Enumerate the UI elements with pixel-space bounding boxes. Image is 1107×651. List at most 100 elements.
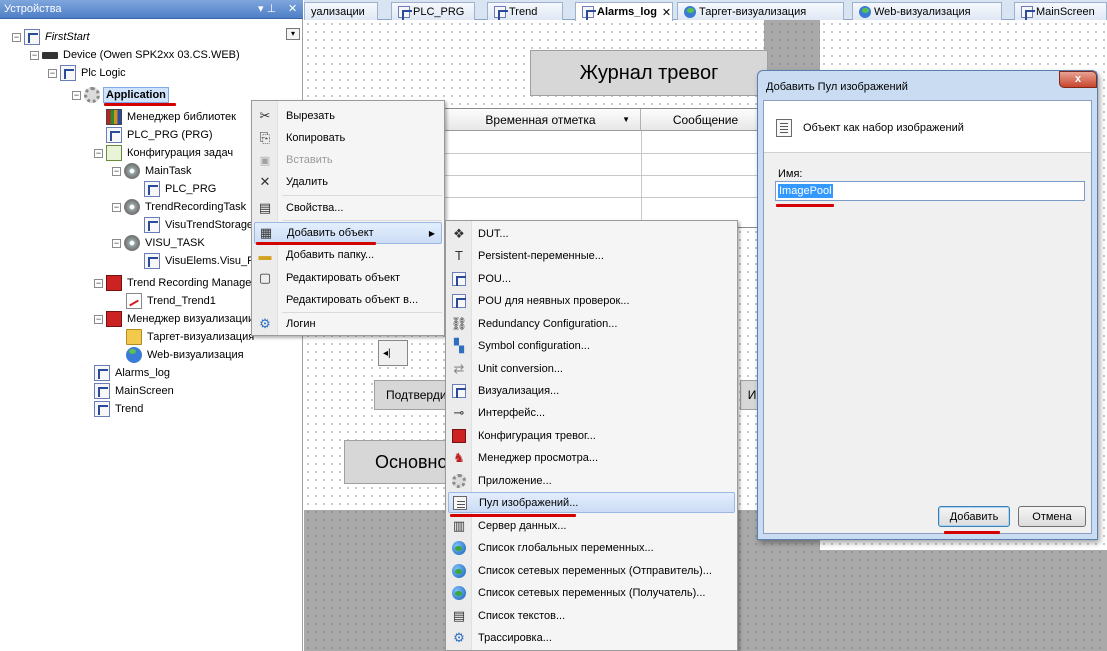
tree-item-application[interactable]: − Application bbox=[72, 86, 169, 104]
submenu-item-trace[interactable]: ⚙ Трассировка... bbox=[448, 627, 735, 648]
menu-item-add-object[interactable]: ▦ Добавить объект ▶ bbox=[254, 222, 442, 244]
menu-item-edit-object-in[interactable]: Редактировать объект в... bbox=[254, 289, 442, 311]
submenu-item-nvl-sender[interactable]: Список сетевых переменных (Отправитель).… bbox=[448, 560, 735, 581]
tree-item-label: Alarms_log bbox=[115, 367, 171, 379]
tab-web-visualization[interactable]: Web-визуализация bbox=[852, 2, 1002, 20]
collapse-icon[interactable]: − bbox=[12, 32, 21, 42]
tree-item-visu-task[interactable]: − VISU_TASK bbox=[112, 234, 207, 252]
submenu-item-visualization[interactable]: Визуализация... bbox=[448, 380, 735, 401]
chevron-down-icon[interactable]: ▼ bbox=[622, 115, 630, 124]
tree-item-label: Таргет-визуализация bbox=[147, 331, 255, 343]
menu-item-edit-object[interactable]: ▢ Редактировать объект bbox=[254, 267, 442, 289]
tree-item-task-config[interactable]: − Конфигурация задач bbox=[94, 144, 235, 162]
menu-item-label: POU для неявных проверок... bbox=[478, 294, 630, 307]
tree-item-device[interactable]: − Device (Owen SPK2xx 03.CS.WEB) bbox=[30, 46, 242, 64]
pou-icon bbox=[448, 271, 470, 287]
collapse-icon[interactable]: − bbox=[72, 90, 81, 100]
tree-item-label: Trend Recording Manager bbox=[127, 277, 255, 289]
tab-visualization-partial[interactable]: уализации bbox=[304, 2, 378, 20]
menu-item-delete[interactable]: ✕ Удалить bbox=[254, 171, 442, 193]
menu-item-login[interactable]: ⚙ Логин bbox=[254, 313, 442, 335]
close-icon[interactable]: ✕ bbox=[288, 2, 297, 16]
tab-target-visualization[interactable]: Таргет-визуализация bbox=[677, 2, 844, 20]
tab-alarms-log[interactable]: Alarms_log ✕ bbox=[575, 2, 673, 21]
submenu-item-redundancy[interactable]: ⛓ Redundancy Configuration... bbox=[448, 313, 735, 334]
submenu-item-view-manager[interactable]: ♞ Менеджер просмотра... bbox=[448, 447, 735, 468]
web-visualization-icon bbox=[126, 347, 142, 363]
tree-item-plc-prg[interactable]: PLC_PRG (PRG) bbox=[106, 126, 215, 144]
submenu-item-symbol-config[interactable]: ▚ Symbol configuration... bbox=[448, 335, 735, 356]
scrollbar-stub[interactable]: ◂| bbox=[378, 340, 408, 366]
tab-trend[interactable]: Trend bbox=[487, 2, 563, 20]
tree-item-trend-trend1[interactable]: Trend_Trend1 bbox=[126, 292, 218, 310]
pin-icon[interactable]: ▾ ⊥ bbox=[258, 2, 276, 16]
collapse-icon[interactable]: − bbox=[94, 278, 103, 288]
tree-item-trend[interactable]: Trend bbox=[94, 400, 145, 418]
menu-item-paste[interactable]: ▣ Вставить bbox=[254, 149, 442, 171]
menu-item-label: Редактировать объект в... bbox=[286, 294, 419, 306]
collapse-icon[interactable]: − bbox=[112, 166, 121, 176]
column-header-timestamp[interactable]: Временная отметка ▼ bbox=[441, 109, 641, 131]
task-icon bbox=[124, 199, 140, 215]
menu-item-add-folder[interactable]: ▬ Добавить папку... bbox=[254, 244, 442, 266]
submenu-item-image-pool[interactable]: Пул изображений... bbox=[448, 492, 735, 513]
submenu-item-persistent-vars[interactable]: T Persistent-переменные... bbox=[448, 245, 735, 266]
submenu-item-data-server[interactable]: ▥ Сервер данных... bbox=[448, 515, 735, 536]
submenu-item-alarm-config[interactable]: Конфигурация тревог... bbox=[448, 425, 735, 446]
tree-dropdown-button[interactable]: ▾ bbox=[286, 28, 300, 40]
annotation-underline bbox=[776, 204, 834, 207]
collapse-icon[interactable]: − bbox=[94, 148, 103, 158]
menu-item-label: Копировать bbox=[286, 132, 346, 144]
tab-plc-prg[interactable]: PLC_PRG bbox=[391, 2, 475, 20]
submenu-item-interface[interactable]: ⊸ Интерфейс... bbox=[448, 402, 735, 423]
submenu-item-dut[interactable]: ❖ DUT... bbox=[448, 223, 735, 244]
submenu-item-pou-checks[interactable]: POU для неявных проверок... bbox=[448, 290, 735, 311]
program-icon bbox=[106, 127, 122, 143]
tree-item-trend-recording-manager[interactable]: − Trend Recording Manager bbox=[94, 274, 257, 292]
menu-item-properties[interactable]: ▤ Свойства... bbox=[254, 197, 442, 219]
tree-item-library-manager[interactable]: Менеджер библиотек bbox=[106, 108, 238, 126]
add-button[interactable]: Добавить bbox=[938, 506, 1010, 527]
submenu-item-unit-conversion[interactable]: ⇄ Unit conversion... bbox=[448, 358, 735, 379]
alarm-log-title-element[interactable]: Журнал тревог bbox=[530, 50, 768, 96]
program-call-icon bbox=[144, 181, 160, 197]
dialog-close-button[interactable]: x bbox=[1059, 71, 1097, 88]
tree-item-trendrecordingtask[interactable]: − TrendRecordingTask bbox=[112, 198, 248, 216]
tree-item-firststart[interactable]: − FirstStart bbox=[12, 28, 92, 46]
submenu-item-gvl[interactable]: Список глобальных переменных... bbox=[448, 537, 735, 558]
tree-item-maintask[interactable]: − MainTask bbox=[112, 162, 193, 180]
menu-item-cut[interactable]: ✂ Вырезать bbox=[254, 105, 442, 127]
collapse-icon[interactable]: − bbox=[112, 238, 121, 248]
submenu-item-nvl-receiver[interactable]: Список сетевых переменных (Получатель)..… bbox=[448, 582, 735, 603]
tree-item-maintask-plc-prg[interactable]: PLC_PRG bbox=[144, 180, 218, 198]
tree-item-visu-manager[interactable]: − Менеджер визуализации bbox=[94, 310, 256, 328]
tree-item-visutrendstorage[interactable]: VisuTrendStorage... bbox=[144, 216, 264, 234]
submenu-item-application[interactable]: Приложение... bbox=[448, 470, 735, 491]
collapse-icon[interactable]: − bbox=[48, 68, 57, 78]
alarm-table[interactable]: Временная отметка ▼ Сообщение bbox=[440, 108, 771, 229]
tree-item-web-visualization[interactable]: Web-визуализация bbox=[126, 346, 246, 364]
collapse-icon[interactable]: − bbox=[94, 314, 103, 324]
tree-item-visuelems[interactable]: VisuElems.Visu_Pr bbox=[144, 252, 260, 270]
tab-label: PLC_PRG bbox=[413, 5, 465, 18]
collapse-icon[interactable]: − bbox=[30, 50, 39, 60]
column-header-message[interactable]: Сообщение bbox=[641, 109, 771, 131]
tree-item-label: VisuElems.Visu_Pr bbox=[165, 255, 259, 267]
close-tab-icon[interactable]: ✕ bbox=[662, 6, 671, 19]
column-header-timestamp-label: Временная отметка bbox=[485, 112, 596, 127]
tree-item-alarms-log[interactable]: Alarms_log bbox=[94, 364, 172, 382]
cancel-button[interactable]: Отмена bbox=[1018, 506, 1086, 527]
login-icon: ⚙ bbox=[259, 316, 271, 331]
tree-item-label: PLC_PRG bbox=[165, 183, 217, 195]
collapse-icon[interactable]: − bbox=[112, 202, 121, 212]
submenu-item-text-list[interactable]: ▤ Список текстов... bbox=[448, 605, 735, 626]
tree-item-plc-logic[interactable]: − Plc Logic bbox=[48, 64, 128, 82]
tab-main-screen[interactable]: MainScreen bbox=[1014, 2, 1107, 20]
symbol-config-icon: ▚ bbox=[454, 337, 464, 353]
menu-item-copy[interactable]: ⎘ Копировать bbox=[254, 127, 442, 149]
tree-item-label: TrendRecordingTask bbox=[145, 201, 247, 213]
tree-item-mainscreen[interactable]: MainScreen bbox=[94, 382, 176, 400]
submenu-item-pou[interactable]: POU... bbox=[448, 268, 735, 289]
application-icon bbox=[448, 473, 470, 489]
tree-item-target-visualization[interactable]: Таргет-визуализация bbox=[126, 328, 256, 346]
